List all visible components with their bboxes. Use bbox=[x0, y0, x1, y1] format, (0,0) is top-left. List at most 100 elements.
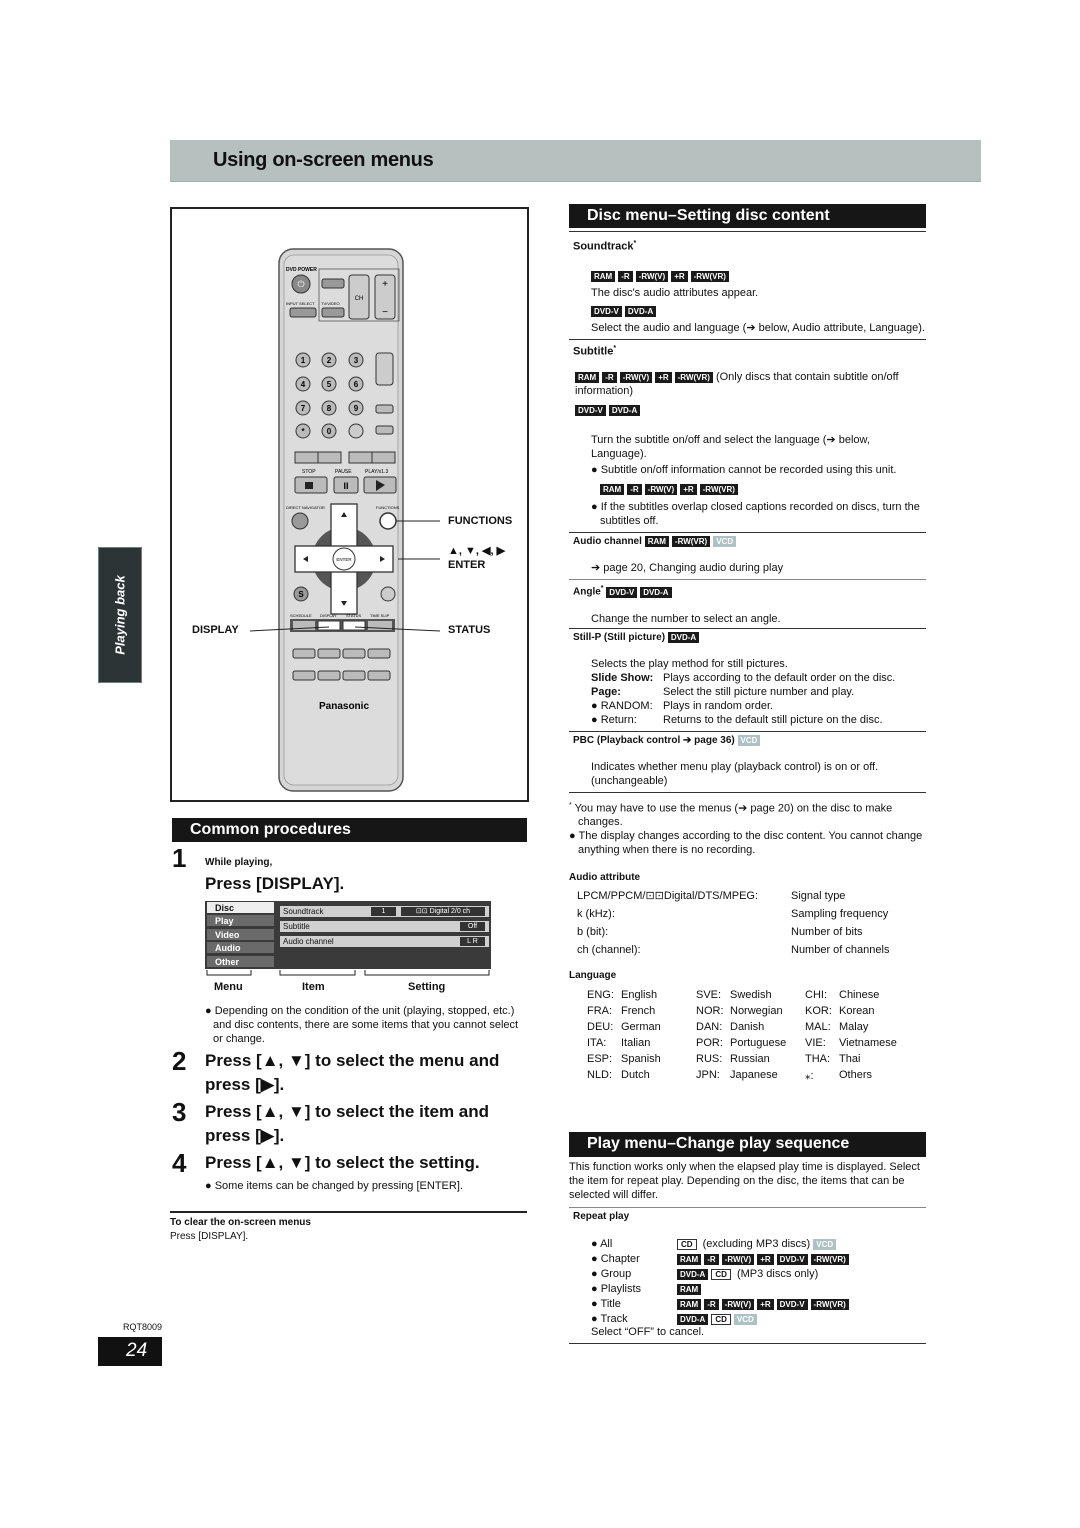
still-picture-option: ● RANDOM: Plays in random order. bbox=[591, 699, 774, 712]
language-cell: FRA: bbox=[587, 1005, 613, 1018]
on-screen-menu-example: Disc Play Video Audio Other Soundtrack 1… bbox=[205, 901, 491, 969]
common-procedures-heading: Common procedures bbox=[172, 818, 527, 842]
disc-type-badge: CD bbox=[711, 1313, 731, 1325]
svg-text:FUNCTIONS: FUNCTIONS bbox=[376, 505, 400, 510]
svg-text:DIRECT NAVIGATOR: DIRECT NAVIGATOR bbox=[286, 505, 325, 510]
page-number-box: 24 bbox=[98, 1337, 162, 1366]
language-cell: RUS: bbox=[696, 1053, 723, 1066]
osd-caption-brackets bbox=[206, 970, 490, 976]
language-cell: Swedish bbox=[730, 989, 772, 1002]
svg-text:CH: CH bbox=[355, 296, 364, 302]
svg-text:II: II bbox=[343, 481, 348, 491]
language-cell: KOR: bbox=[805, 1005, 832, 1018]
audio-channel-link[interactable]: ➔ page 20, Changing audio during play bbox=[569, 561, 926, 575]
disc-type-badge: -R bbox=[627, 483, 642, 495]
svg-text:SCHEDULE: SCHEDULE bbox=[290, 613, 312, 618]
audio-attribute-table: LPCM/PPCM/⊡⊡Digital/DTS/MPEG: Signal type… bbox=[569, 889, 926, 957]
section-tab: Playing back bbox=[98, 547, 142, 683]
disc-type-badge: DVD-A bbox=[677, 1313, 709, 1325]
still-picture-option: ● Return: Returns to the default still pi… bbox=[591, 713, 883, 726]
svg-text:3: 3 bbox=[354, 356, 359, 365]
disc-type-badge: DVD-V bbox=[776, 1298, 808, 1310]
step-3-number: 3 bbox=[172, 1097, 187, 1127]
osd-menu-other: Other bbox=[207, 956, 274, 968]
language-cell: DEU: bbox=[587, 1021, 614, 1034]
disc-type-badge: -RW(V) bbox=[721, 1253, 755, 1265]
language-cell: Italian bbox=[621, 1037, 651, 1050]
language-cell: Korean bbox=[839, 1005, 875, 1018]
language-cell: Portuguese bbox=[730, 1037, 787, 1050]
disc-type-badge: RAM bbox=[677, 1253, 702, 1265]
step-4-text: Press [▲, ▼] to select the setting. bbox=[205, 1153, 480, 1172]
language-cell: Thai bbox=[839, 1053, 861, 1066]
language-cell: English bbox=[621, 989, 658, 1002]
divider bbox=[170, 1211, 527, 1213]
disc-type-badge: CD bbox=[677, 1238, 697, 1250]
step-3-text: Press [▲, ▼] to select the item and pres… bbox=[205, 1102, 490, 1145]
svg-text:6: 6 bbox=[354, 380, 359, 389]
soundtrack-label: Soundtrack* bbox=[573, 240, 637, 253]
language-cell: NOR: bbox=[696, 1005, 724, 1018]
svg-text:STATUS: STATUS bbox=[346, 613, 362, 618]
language-cell: CHI: bbox=[805, 989, 827, 1002]
svg-text:7: 7 bbox=[301, 404, 306, 413]
input-select-button bbox=[289, 307, 317, 318]
language-cell: THA: bbox=[805, 1053, 831, 1066]
language-cell: JPN: bbox=[696, 1069, 720, 1082]
audio-attribute-row: k (kHz): Sampling frequency bbox=[577, 908, 889, 921]
step-1-pre: While playing, bbox=[205, 857, 273, 868]
step-2-text: Press [▲, ▼] to select the menu and pres… bbox=[205, 1051, 500, 1094]
disc-type-badge: -RW(VR) bbox=[674, 371, 713, 383]
language-cell: Chinese bbox=[839, 989, 880, 1002]
step-4-number: 4 bbox=[172, 1148, 187, 1178]
language-cell: Malay bbox=[839, 1021, 869, 1034]
disc-type-badge: -RW(V) bbox=[635, 270, 669, 282]
repeat-option-label: ● Chapter bbox=[591, 1253, 640, 1265]
language-cell: Japanese bbox=[730, 1069, 778, 1082]
section-tab-label: Playing back bbox=[112, 575, 128, 655]
language-cell: SVE: bbox=[696, 989, 722, 1002]
repeat-option-discs: DVD-A CD VCD bbox=[677, 1313, 937, 1325]
still-picture-option: Slide Show: Plays according to the defaul… bbox=[591, 671, 896, 684]
play-menu-heading: Play menu–Change play sequence bbox=[569, 1132, 926, 1157]
disc-type-badge: DVD-V bbox=[606, 586, 638, 598]
disc-type-badge: +R bbox=[680, 483, 697, 495]
repeat-option-label: ● Playlists bbox=[591, 1283, 642, 1295]
disc-type-badge: +R bbox=[757, 1253, 774, 1265]
disc-type-badge: -R bbox=[704, 1298, 719, 1310]
language-cell: ITA: bbox=[587, 1037, 607, 1050]
note-enter: ● Some items can be changed by pressing … bbox=[205, 1180, 463, 1192]
osd-menu-play: Play bbox=[207, 915, 274, 927]
step-2-number: 2 bbox=[172, 1046, 187, 1076]
disc-type-badge: -RW(V) bbox=[721, 1298, 755, 1310]
disc-type-badge: -RW(VR) bbox=[810, 1298, 849, 1310]
svg-text:TV/VIDEO: TV/VIDEO bbox=[321, 301, 340, 306]
pbc-label: PBC (Playback control ➔ page 36) VCD bbox=[569, 734, 926, 748]
play-menu-content: This function works only when the elapse… bbox=[569, 1160, 926, 1344]
subtitle-badges-note: RAM -R -RW(V) +R -RW(VR) bbox=[600, 480, 926, 498]
remote-illustration: DVD POWER ⏻ CH + − INPUT SELECT TV/VIDEO… bbox=[170, 207, 529, 802]
disc-type-badge: RAM bbox=[644, 536, 669, 548]
repeat-option-label: ● Track bbox=[591, 1313, 628, 1325]
language-cell: ESP: bbox=[587, 1053, 613, 1066]
repeat-option-discs: RAM bbox=[677, 1283, 937, 1295]
repeat-option-discs: DVD-A CD (MP3 discs only) bbox=[677, 1268, 937, 1280]
disc-type-badge: RAM bbox=[591, 270, 616, 282]
osd-menu-video: Video bbox=[207, 929, 274, 941]
angle-label: Angle* DVD-V DVD-A bbox=[569, 582, 926, 599]
functions-callout: FUNCTIONS bbox=[448, 515, 513, 527]
disc-type-badge: RAM bbox=[677, 1298, 702, 1310]
svg-text:PAUSE: PAUSE bbox=[335, 469, 352, 475]
svg-text:STOP: STOP bbox=[302, 469, 316, 475]
language-cell: Norwegian bbox=[730, 1005, 783, 1018]
svg-text:8: 8 bbox=[327, 404, 332, 413]
language-cell: French bbox=[621, 1005, 656, 1018]
disc-menu-heading: Disc menu–Setting disc content bbox=[569, 204, 926, 228]
disc-type-badge: DVD-V bbox=[575, 404, 606, 416]
disc-type-badge: -RW(VR) bbox=[699, 483, 738, 495]
svg-text:⏻: ⏻ bbox=[297, 279, 304, 289]
language-title: Language bbox=[569, 970, 617, 982]
still-picture-option: Page: Select the still picture number and… bbox=[591, 685, 855, 698]
svg-text:INPUT SELECT: INPUT SELECT bbox=[286, 301, 315, 306]
disc-type-badge: DVD-A bbox=[608, 404, 641, 416]
